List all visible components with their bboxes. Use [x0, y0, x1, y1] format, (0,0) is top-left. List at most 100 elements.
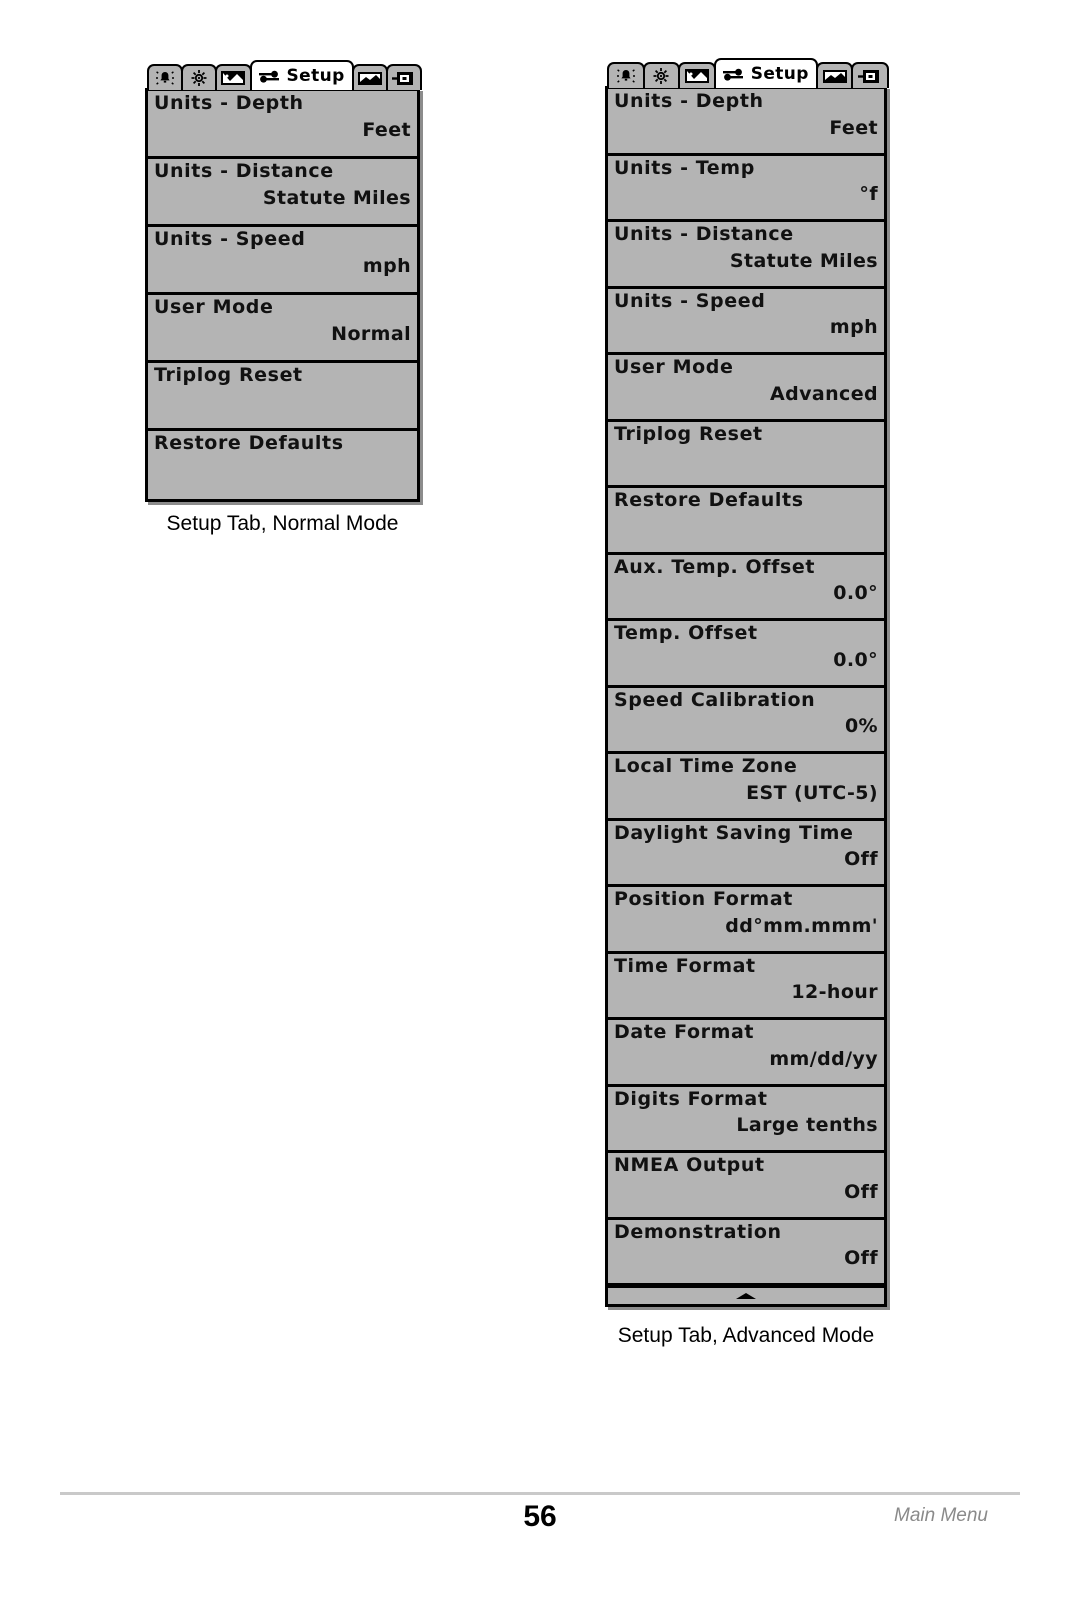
tab-display-brightness[interactable]	[181, 64, 218, 90]
menu-row-value: Statute Miles	[262, 186, 411, 209]
chart-view-icon	[357, 72, 382, 85]
menu-row-value: Off	[844, 1180, 878, 1203]
menu-row-value: mph	[362, 254, 411, 277]
menu-row-value: Large tenths	[736, 1114, 878, 1137]
menu-row-value: Off	[844, 1247, 878, 1270]
menu-row-label: Units - Distance	[154, 160, 334, 182]
menu-row[interactable]: User Mode Advanced	[608, 355, 884, 422]
menu-row-value: 0.0°	[833, 648, 878, 671]
menu-row-label: Demonstration	[614, 1220, 782, 1243]
menu-row-value: Statute Miles	[729, 249, 878, 272]
menu-row[interactable]: Daylight Saving Time Off	[608, 821, 884, 887]
menu-row-label: Units - Temp	[614, 156, 755, 179]
menu-row-value: 12-hour	[791, 981, 878, 1004]
sonar-chart-icon	[684, 69, 709, 83]
caption-normal-mode: Setup Tab, Normal Mode	[166, 512, 399, 535]
accessory-icon	[858, 70, 880, 83]
brightness-sun-icon	[191, 70, 207, 86]
menu-row[interactable]: Restore Defaults	[608, 488, 884, 555]
menu-row-label: Digits Format	[614, 1087, 768, 1110]
menu-row-value: 0%	[844, 715, 878, 738]
menu-row-value: Normal	[331, 322, 411, 345]
tab-bar-normal: Setup	[145, 60, 423, 90]
tab-bar-advanced: Setup	[605, 58, 889, 88]
menu-row[interactable]: Units - Distance Statute Miles	[608, 222, 884, 289]
menu-row-label: Time Format	[614, 954, 756, 977]
footer-divider	[60, 1492, 1020, 1495]
menu-row-label: Triplog Reset	[614, 422, 763, 445]
menu-row-value: Feet	[829, 116, 878, 139]
tab-sonar[interactable]	[678, 62, 716, 88]
menu-row-label: Local Time Zone	[614, 755, 798, 777]
menu-row-label: Speed Calibration	[614, 688, 816, 711]
tab-accessories[interactable]	[851, 62, 889, 88]
menu-row-value: EST (UTC-5)	[746, 781, 878, 804]
caption-advanced-mode: Setup Tab, Advanced Mode	[617, 1324, 875, 1347]
tab-accessories[interactable]	[385, 64, 423, 90]
menu-row[interactable]: Local Time Zone EST (UTC-5)	[608, 754, 884, 821]
tab-alarms[interactable]	[147, 64, 184, 90]
alarm-bell-icon	[156, 71, 175, 85]
menu-row[interactable]: Units - Depth Feet	[608, 89, 884, 156]
menu-row-label: Units - Depth	[614, 90, 764, 112]
setup-menu-list-advanced[interactable]: Units - Depth Feet Units - Temp °f Units - D…	[605, 86, 887, 1307]
menu-row[interactable]: Units - Speed mph	[608, 289, 884, 355]
scroll-up-arrow-icon[interactable]	[608, 1286, 884, 1304]
menu-row[interactable]: Temp. Offset 0.0°	[608, 621, 884, 688]
menu-row-value: °f	[859, 183, 878, 206]
menu-row[interactable]: Date Format mm/dd/yy	[608, 1020, 884, 1087]
menu-row[interactable]: Triplog Reset	[148, 363, 417, 431]
lcd-screen-normal-mode: Setup Units - Depth Feet Units - Distance S…	[145, 60, 423, 502]
menu-row-value: 0.0°	[833, 582, 878, 605]
tab-chart-view[interactable]	[351, 64, 388, 90]
accessory-icon	[391, 72, 413, 85]
menu-row[interactable]: Units - Distance Statute Miles	[148, 159, 417, 227]
menu-row-label: Restore Defaults	[614, 489, 804, 511]
menu-row-value: mm/dd/yy	[769, 1047, 878, 1070]
menu-row-label: User Mode	[614, 356, 734, 378]
menu-row-label: Aux. Temp. Offset	[614, 555, 816, 578]
tab-display-brightness[interactable]	[642, 62, 681, 88]
menu-row[interactable]: Position Format dd°mm.mmm'	[608, 887, 884, 954]
menu-row-label: Temp. Offset	[614, 622, 758, 644]
tab-sonar[interactable]	[215, 64, 252, 90]
tab-setup[interactable]: Setup	[713, 58, 818, 88]
menu-row-label: Restore Defaults	[154, 432, 344, 454]
lcd-screen-advanced-mode: Setup Units - Depth Feet Units - Temp °f Uni…	[605, 58, 889, 1307]
menu-row-label: Daylight Saving Time	[614, 821, 854, 844]
menu-row[interactable]: Demonstration Off	[608, 1220, 884, 1286]
menu-row[interactable]: Speed Calibration 0%	[608, 688, 884, 754]
menu-row[interactable]: Time Format 12-hour	[608, 954, 884, 1020]
tab-chart-view[interactable]	[815, 62, 854, 88]
setup-menu-list-normal[interactable]: Units - Depth Feet Units - Distance Statute…	[145, 88, 420, 502]
menu-row[interactable]: Units - Temp °f	[608, 156, 884, 222]
menu-row-value: dd°mm.mmm'	[725, 914, 878, 937]
menu-row-label: Units - Distance	[614, 223, 794, 245]
menu-row[interactable]: Digits Format Large tenths	[608, 1087, 884, 1153]
alarm-bell-icon	[616, 69, 635, 83]
setup-sliders-icon	[722, 68, 743, 81]
tab-setup[interactable]: Setup	[249, 60, 354, 90]
menu-row-label: Position Format	[614, 888, 793, 910]
menu-row[interactable]: Units - Speed mph	[148, 227, 417, 295]
menu-row[interactable]: Triplog Reset	[608, 422, 884, 488]
menu-row-label: Units - Speed	[154, 228, 306, 250]
menu-row[interactable]: NMEA Output Off	[608, 1153, 884, 1220]
footer-section-label: Main Menu	[894, 1505, 988, 1526]
setup-sliders-icon	[258, 70, 279, 83]
menu-row-label: Triplog Reset	[154, 364, 303, 386]
menu-row[interactable]: Units - Depth Feet	[148, 91, 417, 159]
chart-view-icon	[822, 70, 847, 83]
menu-row-label: NMEA Output	[614, 1154, 765, 1176]
menu-row[interactable]: User Mode Normal	[148, 295, 417, 363]
sonar-chart-icon	[221, 71, 246, 85]
tab-alarms[interactable]	[607, 62, 645, 88]
tab-setup-label: Setup	[750, 64, 809, 84]
menu-row-value: mph	[829, 316, 878, 339]
menu-row-value: Off	[844, 848, 878, 871]
menu-row[interactable]: Restore Defaults	[148, 431, 417, 499]
menu-row-label: User Mode	[154, 296, 274, 318]
tab-setup-label: Setup	[286, 66, 345, 86]
menu-row-value: Advanced	[770, 382, 878, 405]
menu-row[interactable]: Aux. Temp. Offset 0.0°	[608, 555, 884, 621]
